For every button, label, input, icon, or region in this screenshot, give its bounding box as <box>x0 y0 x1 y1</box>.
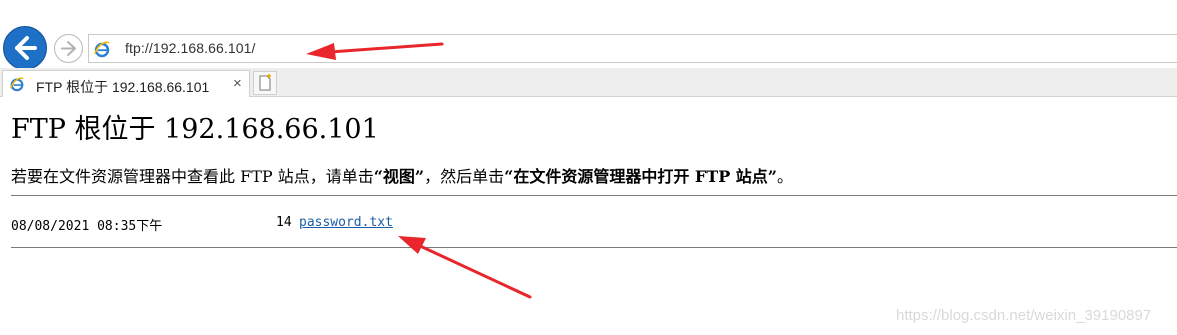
ie-logo-icon <box>10 77 24 92</box>
new-tab-button[interactable] <box>253 71 277 95</box>
forward-arrow-icon <box>61 41 76 56</box>
instruction-view: “视图” <box>373 167 425 186</box>
forward-button[interactable] <box>54 34 83 63</box>
watermark: https://blog.csdn.net/weixin_39190897 <box>896 307 1152 324</box>
divider-bottom <box>11 247 1177 248</box>
address-text[interactable]: ftp://192.168.66.101/ <box>125 40 256 56</box>
tab-title: FTP 根位于 192.168.66.101 <box>36 79 210 95</box>
tab-strip: FTP 根位于 192.168.66.101 × <box>0 68 1177 97</box>
instruction-prefix: 若要在文件资源管理器中查看此 FTP 站点，请单击 <box>11 167 374 186</box>
file-size: 14 <box>276 215 292 230</box>
ftp-page: FTP 根位于 192.168.66.101 若要在文件资源管理器中查看此 FT… <box>0 97 1177 335</box>
instruction-open: “在文件资源管理器中打开 FTP 站点” <box>504 167 778 186</box>
tab-close-button[interactable]: × <box>233 76 242 91</box>
file-date: 08/08/2021 08:35下午 <box>11 219 163 234</box>
divider-top <box>11 195 1177 196</box>
instruction-middle: ，然后单击 <box>424 167 505 186</box>
instructions-text: 若要在文件资源管理器中查看此 FTP 站点，请单击“视图”，然后单击“在文件资源… <box>11 163 793 187</box>
file-link-password[interactable]: password.txt <box>299 215 393 230</box>
tab-ftp-root[interactable]: FTP 根位于 192.168.66.101 × <box>2 70 250 97</box>
back-button[interactable] <box>3 26 47 70</box>
ie-logo-icon <box>94 41 110 58</box>
address-bar[interactable]: ftp://192.168.66.101/ <box>88 34 1177 63</box>
browser-toolbar: ftp://192.168.66.101/ <box>0 0 1177 70</box>
new-tab-icon <box>259 74 271 91</box>
back-arrow-icon <box>15 36 37 60</box>
page-title: FTP 根位于 192.168.66.101 <box>11 114 379 145</box>
instruction-suffix: 。 <box>777 167 794 186</box>
